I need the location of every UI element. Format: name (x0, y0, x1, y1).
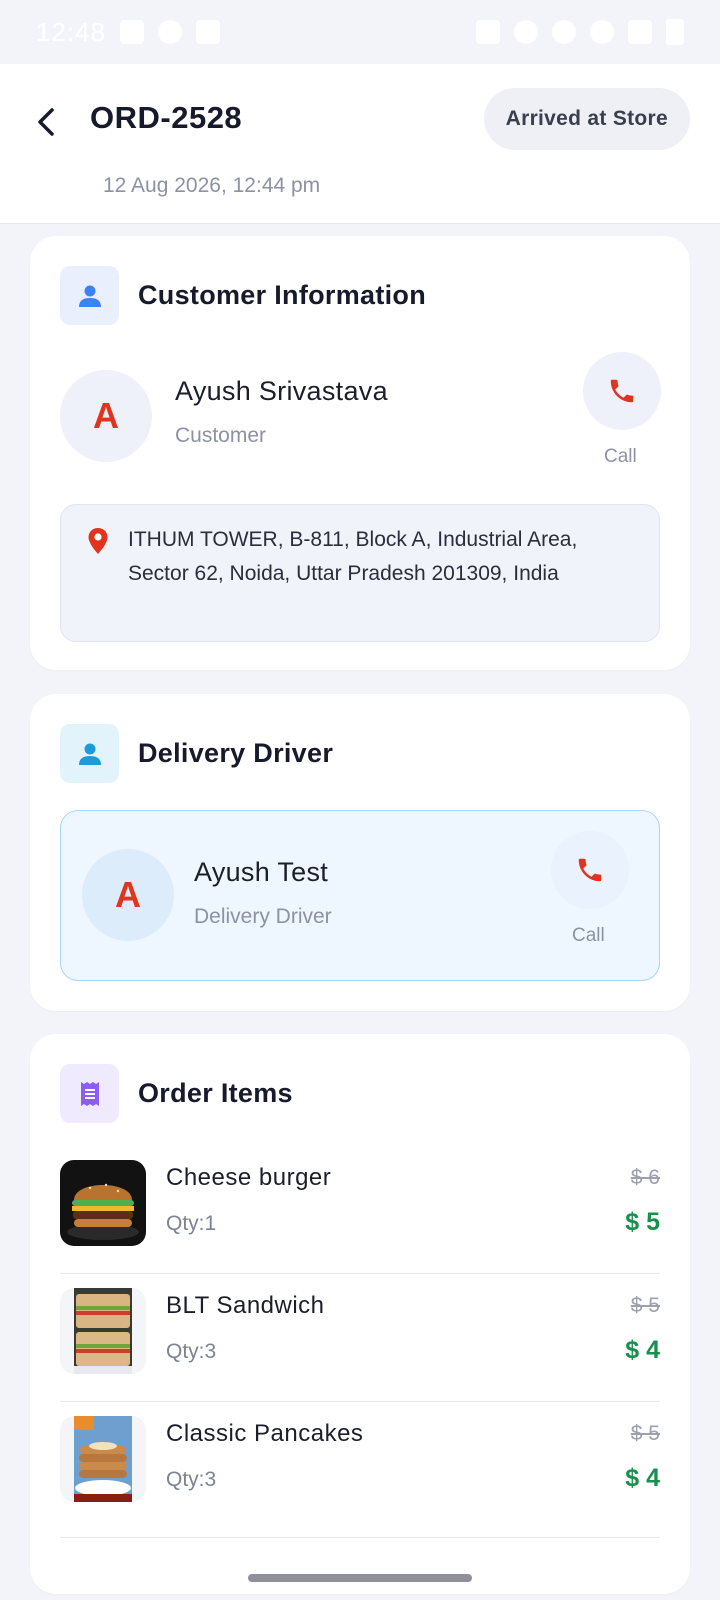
location-pin-icon (88, 528, 108, 554)
item-image-classic-pancakes (60, 1416, 146, 1502)
chevron-left-icon (38, 108, 54, 136)
customer-role: Customer (175, 424, 267, 447)
image-icon (196, 20, 221, 44)
customer-info-card: Customer Information A Ayush Srivastava … (30, 236, 690, 670)
item-name: Classic Pancakes (166, 1420, 364, 1447)
item-original-price: $ 5 (630, 1294, 660, 1317)
customer-section-title: Customer Information (138, 280, 427, 310)
delivery-driver-card: Delivery Driver A Ayush Test Delivery Dr… (30, 694, 690, 1011)
wifi-icon (590, 20, 614, 44)
person-icon (78, 743, 101, 765)
item-image-blt-sandwich (60, 1288, 146, 1374)
driver-name: Ayush Test (194, 857, 329, 887)
person-icon (78, 285, 101, 307)
call-customer-label: Call (604, 446, 637, 467)
order-item-row: Classic Pancakes Qty:3 $ 5 $ 4 (60, 1402, 660, 1538)
item-price: $ 4 (625, 1336, 660, 1364)
customer-section-icon (60, 266, 119, 325)
order-item-row: Cheese burger Qty:1 $ 6 $ 5 (60, 1146, 660, 1274)
driver-section-icon (60, 724, 119, 783)
wifi-call-icon (552, 20, 576, 44)
item-name: Cheese burger (166, 1164, 332, 1191)
receipt-icon (80, 1081, 99, 1106)
item-image-cheese-burger (60, 1160, 146, 1246)
order-date: 12 Aug 2026, 12:44 pm (103, 174, 321, 197)
driver-info-box: A Ayush Test Delivery Driver Call (60, 810, 660, 981)
status-time: 12:48 (36, 16, 107, 47)
phone-icon (578, 858, 602, 882)
customer-name: Ayush Srivastava (175, 376, 388, 406)
battery-icon (666, 19, 684, 45)
item-qty: Qty:3 (166, 1468, 217, 1491)
back-button[interactable] (26, 96, 66, 148)
phone-icon (610, 379, 634, 403)
bell-icon (158, 20, 183, 44)
notification-icon (120, 20, 145, 44)
status-bar-left: 12:48 (36, 16, 221, 48)
customer-avatar: A (60, 370, 152, 462)
network-speed-icon (476, 20, 500, 44)
item-qty: Qty:3 (166, 1340, 217, 1363)
customer-address-box: ITHUM TOWER, B-811, Block A, Industrial … (60, 504, 660, 642)
signal-icon (628, 20, 652, 44)
status-bar-right (476, 19, 684, 45)
driver-section-title: Delivery Driver (138, 738, 334, 768)
items-section-title: Order Items (138, 1078, 293, 1108)
order-status-badge: Arrived at Store (483, 88, 690, 150)
call-driver-label: Call (572, 925, 605, 946)
call-customer-button[interactable] (583, 352, 661, 430)
call-driver-button[interactable] (551, 831, 629, 909)
driver-avatar: A (82, 849, 174, 941)
item-price: $ 4 (625, 1464, 660, 1492)
item-name: BLT Sandwich (166, 1292, 325, 1319)
order-header: ORD-2528 12 Aug 2026, 12:44 pm Arrived a… (0, 64, 720, 224)
items-section-icon (60, 1064, 119, 1123)
order-items-card: Order Items Cheese burger Qty:1 $ 6 $ 5 (30, 1034, 690, 1594)
item-original-price: $ 6 (630, 1166, 660, 1189)
location-icon (514, 20, 538, 44)
home-indicator[interactable] (248, 1574, 472, 1582)
order-item-row: BLT Sandwich Qty:3 $ 5 $ 4 (60, 1274, 660, 1402)
page-title: ORD-2528 (90, 100, 243, 135)
driver-role: Delivery Driver (194, 905, 332, 928)
customer-address: ITHUM TOWER, B-811, Block A, Industrial … (128, 528, 578, 585)
status-bar: 12:48 (0, 0, 720, 64)
item-original-price: $ 5 (630, 1422, 660, 1445)
item-qty: Qty:1 (166, 1212, 217, 1235)
item-price: $ 5 (625, 1208, 660, 1236)
